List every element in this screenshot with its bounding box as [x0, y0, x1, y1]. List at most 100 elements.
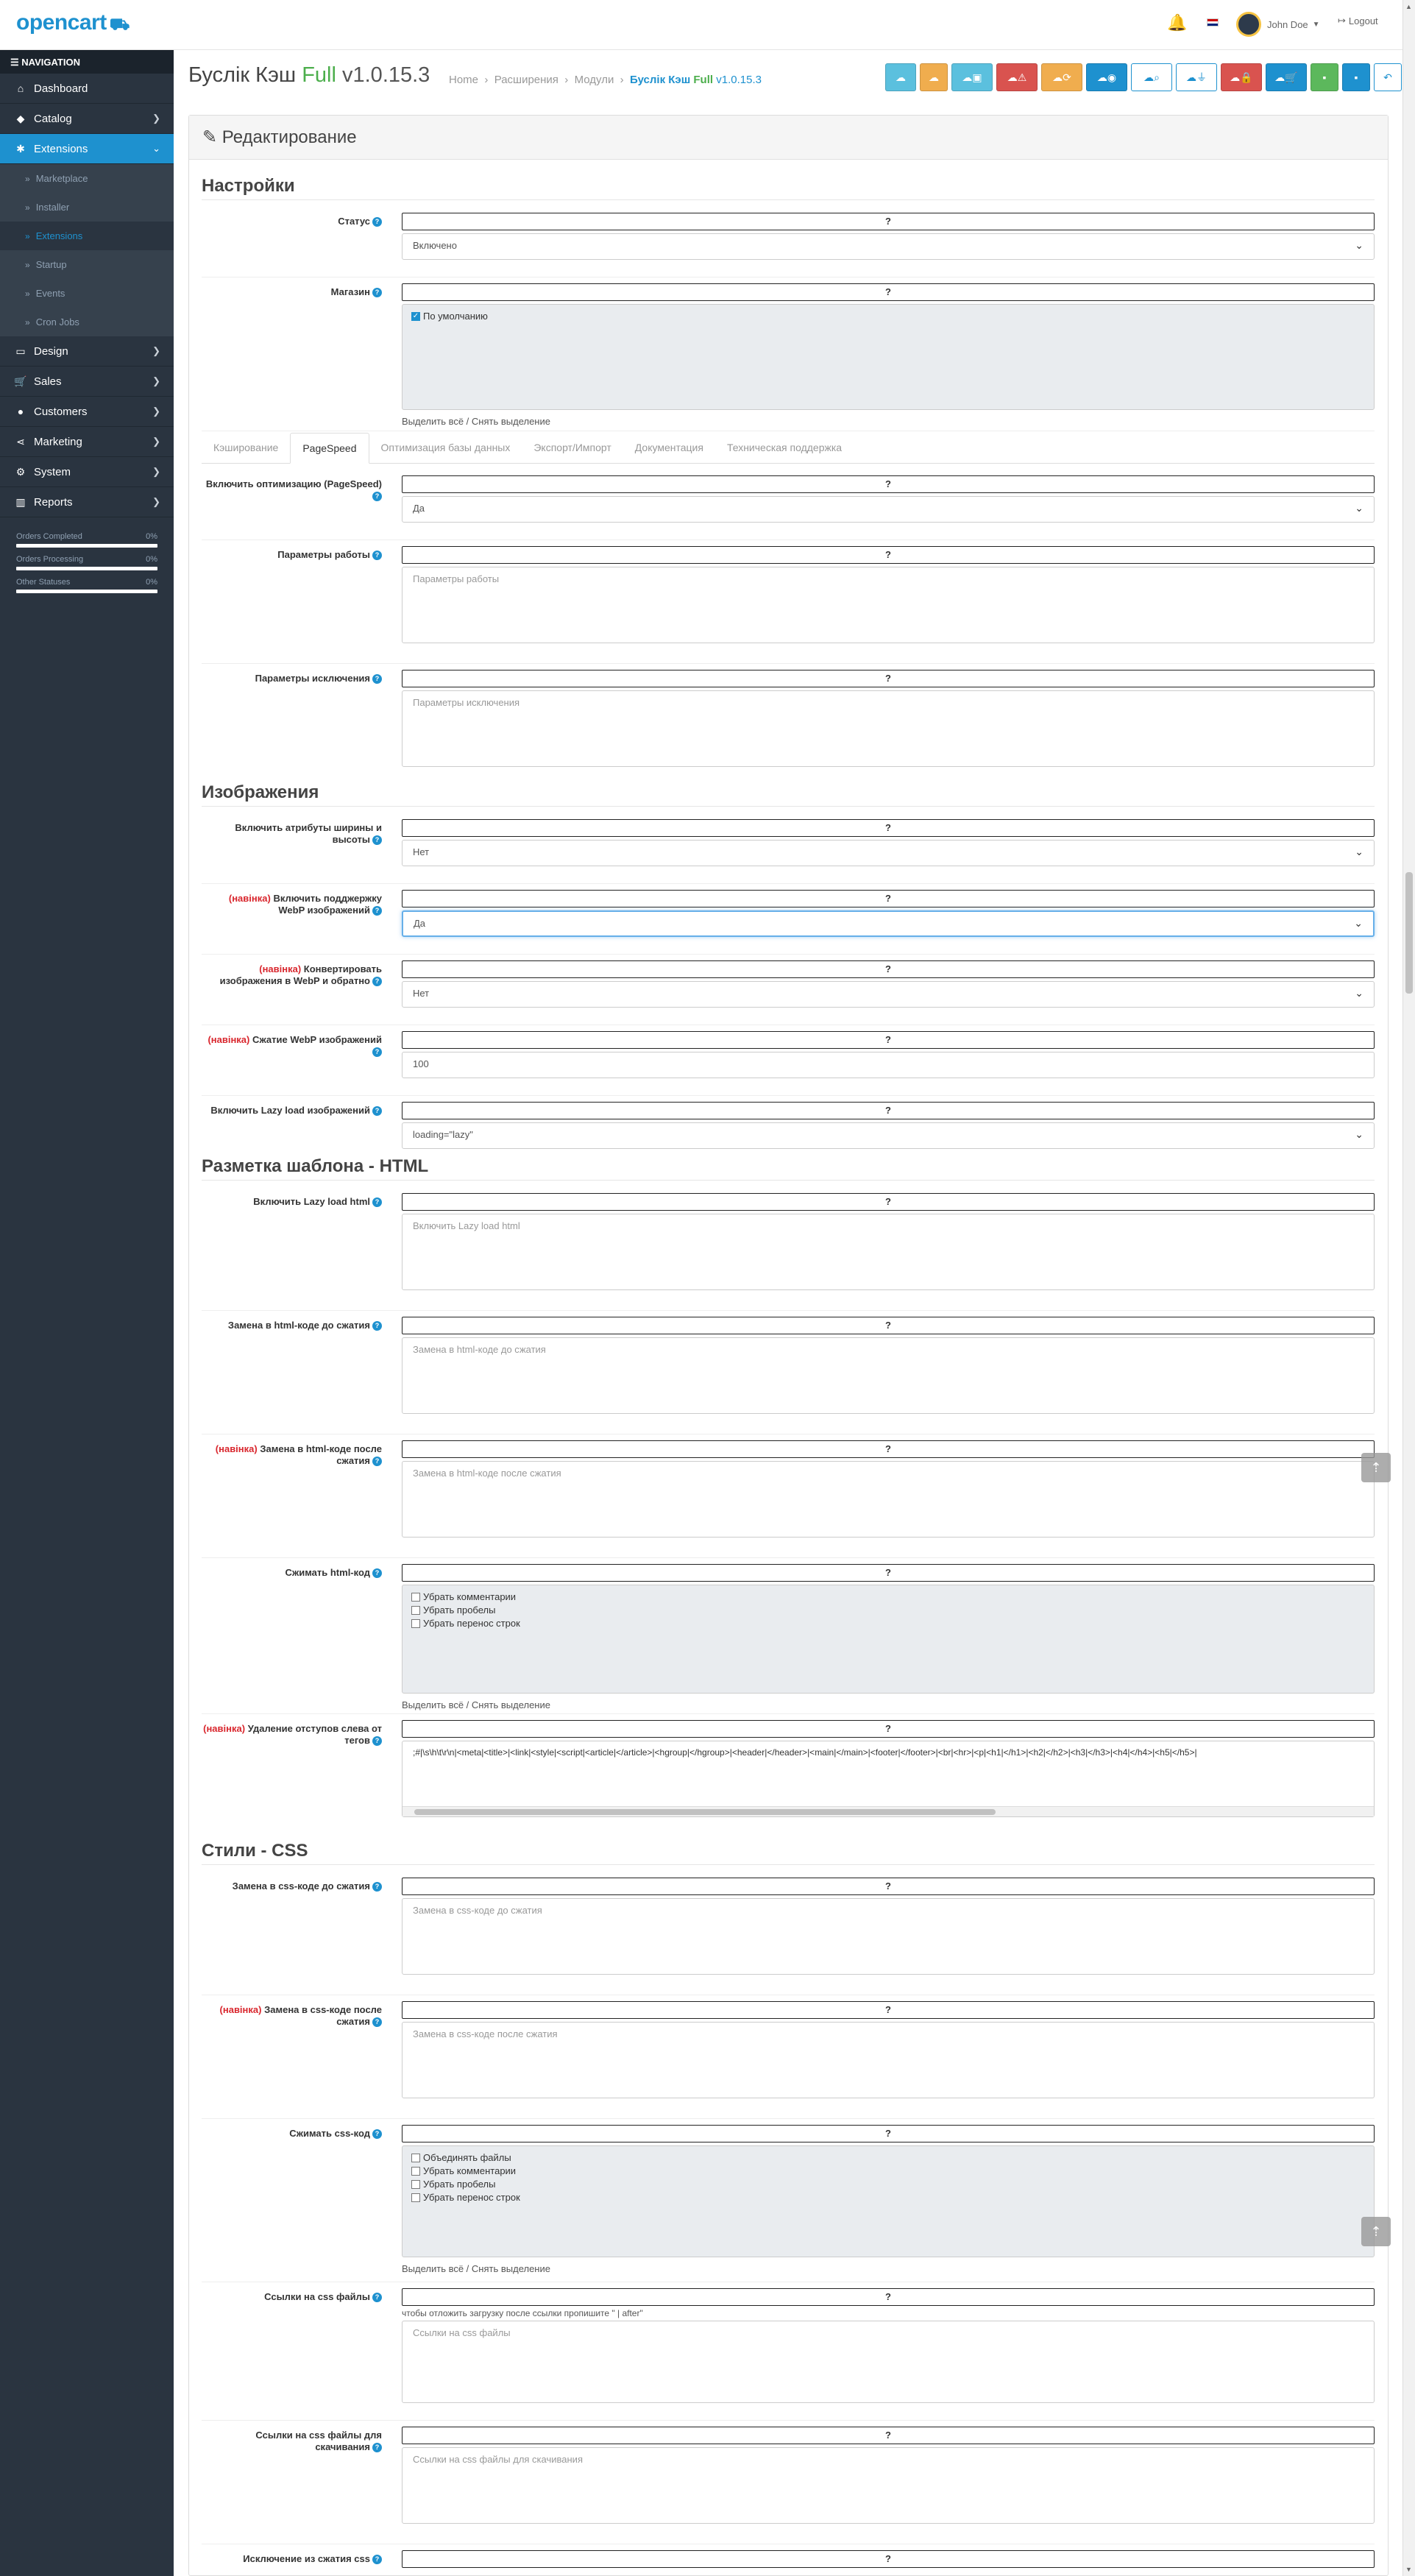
nav-system[interactable]: ⚙ System ❯	[0, 457, 174, 487]
css-remove-spaces-checkbox[interactable]: Убрать пробелы	[411, 2179, 1365, 2190]
save-green-button[interactable]: ▪	[1311, 63, 1338, 91]
filter-cache-button[interactable]: ☁⏚	[1176, 63, 1217, 91]
nav-sub-startup[interactable]: » Startup	[0, 250, 174, 279]
breadcrumb-home[interactable]: Home	[449, 74, 478, 86]
opencart-logo[interactable]: opencart ⛟	[16, 10, 130, 36]
back-button[interactable]: ↶	[1374, 63, 1402, 91]
tab-pagespeed[interactable]: PageSpeed	[290, 433, 369, 464]
select-all-link[interactable]: Выделить всё / Снять выделение	[402, 1699, 550, 1710]
css-download-textarea[interactable]: Ссылки на css файлы для скачивания	[402, 2447, 1375, 2524]
nav-reports[interactable]: ▥ Reports ❯	[0, 487, 174, 517]
scroll-up-button-2[interactable]: ⇡	[1361, 2217, 1391, 2246]
clear-cache-orange-button[interactable]: ☁	[920, 63, 948, 91]
help-icon[interactable]: ?	[372, 977, 382, 987]
breadcrumb-modules[interactable]: Модули	[575, 74, 614, 86]
params-exc-textarea[interactable]: Параметры исключения	[402, 690, 1375, 767]
css-remove-comments-checkbox[interactable]: Убрать комментарии	[411, 2165, 1365, 2176]
page-scrollbar[interactable]: ▲ ▼	[1402, 0, 1415, 2576]
search-cache-button[interactable]: ☁⌕	[1131, 63, 1172, 91]
nav-dashboard[interactable]: ⌂ Dashboard	[0, 74, 174, 104]
nav-design[interactable]: ▭ Design ❯	[0, 336, 174, 367]
clear-cache-button[interactable]: ☁	[885, 63, 916, 91]
nav-extensions[interactable]: ✱ Extensions ⌄	[0, 134, 174, 164]
tab-caching[interactable]: Кэширование	[202, 433, 290, 463]
params-textarea[interactable]: Параметры работы	[402, 567, 1375, 643]
img-attr-select[interactable]: Нет ⌄	[402, 840, 1375, 866]
lazy-html-textarea[interactable]: Включить Lazy load html	[402, 1214, 1375, 1290]
save-button[interactable]: ▪	[1342, 63, 1370, 91]
webp-quality-input[interactable]: 100	[402, 1052, 1375, 1078]
help-icon[interactable]: ?	[372, 1197, 382, 1208]
tab-documentation[interactable]: Документация	[623, 433, 715, 463]
clear-error-cache-button[interactable]: ☁⚠	[996, 63, 1038, 91]
select-all-link[interactable]: Выделить всё / Снять выделение	[402, 416, 550, 427]
scroll-up-arrow-icon[interactable]: ▲	[1405, 3, 1412, 10]
help-icon[interactable]: ?	[372, 2017, 382, 2028]
bell-icon[interactable]: 🔔	[1167, 13, 1187, 32]
nav-customers[interactable]: ● Customers ❯	[0, 397, 174, 427]
user-menu[interactable]: John Doe ▼	[1236, 12, 1320, 37]
clear-image-cache-button[interactable]: ☁▣	[951, 63, 993, 91]
help-icon[interactable]: ?	[372, 288, 382, 298]
help-icon[interactable]: ?	[372, 551, 382, 561]
view-cache-button[interactable]: ☁◉	[1086, 63, 1127, 91]
css-after-textarea[interactable]: Замена в css-коде после сжатия	[402, 2022, 1375, 2098]
scroll-thumb[interactable]	[414, 1809, 996, 1815]
html-indent-textarea[interactable]: ;#|\s\h\t\r\n|<meta|<title>|<link|<style…	[402, 1741, 1375, 1817]
refresh-cache-button[interactable]: ☁⟳	[1041, 63, 1082, 91]
scroll-down-arrow-icon[interactable]: ▼	[1405, 2566, 1412, 2573]
lock-cache-button[interactable]: ☁🔒	[1221, 63, 1262, 91]
help-icon[interactable]: ?	[372, 674, 382, 684]
help-icon[interactable]: ?	[372, 1321, 382, 1331]
css-remove-newlines-checkbox[interactable]: Убрать перенос строк	[411, 2192, 1365, 2203]
nav-sub-extensions[interactable]: » Extensions	[0, 222, 174, 250]
select-all-link[interactable]: Выделить всё / Снять выделение	[402, 2263, 550, 2274]
help-icon[interactable]: ?	[372, 1568, 382, 1579]
nav-sub-installer[interactable]: » Installer	[0, 193, 174, 222]
help-icon[interactable]: ?	[372, 835, 382, 846]
breadcrumb-extensions[interactable]: Расширения	[494, 74, 558, 86]
html-remove-spaces-checkbox[interactable]: Убрать пробелы	[411, 1604, 1365, 1616]
nav-sales[interactable]: 🛒 Sales ❯	[0, 367, 174, 397]
logout-link[interactable]: ↦ Logout	[1338, 15, 1378, 26]
html-remove-newlines-checkbox[interactable]: Убрать перенос строк	[411, 1618, 1365, 1629]
css-links-textarea[interactable]: Ссылки на css файлы	[402, 2321, 1375, 2403]
help-icon[interactable]: ?	[372, 1047, 382, 1058]
help-icon[interactable]: ?	[372, 1882, 382, 1892]
breadcrumb-current[interactable]: Буслік Кэш Full v1.0.15.3	[630, 74, 762, 86]
help-icon[interactable]: ?	[372, 1457, 382, 1467]
html-after-textarea[interactable]: Замена в html-коде после сжатия	[402, 1461, 1375, 1538]
help-icon[interactable]: ?	[372, 1736, 382, 1747]
webp-convert-select[interactable]: Нет ⌄	[402, 981, 1375, 1008]
webp-select[interactable]: Да ⌄	[402, 910, 1375, 937]
nav-marketing[interactable]: ⋖ Marketing ❯	[0, 427, 174, 457]
language-flag-icon[interactable]	[1207, 18, 1219, 26]
store-default-checkbox[interactable]: ✓ По умолчанию	[411, 311, 1365, 322]
html-remove-comments-checkbox[interactable]: Убрать комментарии	[411, 1591, 1365, 1602]
horizontal-scrollbar[interactable]	[402, 1806, 1374, 1816]
scroll-up-button[interactable]: ⇡	[1361, 1453, 1391, 1482]
status-select[interactable]: Включено ⌄	[402, 233, 1375, 260]
help-icon[interactable]: ?	[372, 2129, 382, 2140]
cart-cache-button[interactable]: ☁🛒	[1266, 63, 1307, 91]
nav-sub-cron-jobs[interactable]: » Cron Jobs	[0, 308, 174, 336]
help-icon[interactable]: ?	[372, 1106, 382, 1117]
tab-support[interactable]: Техническая поддержка	[715, 433, 854, 463]
scroll-thumb[interactable]	[1405, 872, 1413, 994]
help-icon[interactable]: ?	[372, 906, 382, 916]
html-before-textarea[interactable]: Замена в html-коде до сжатия	[402, 1337, 1375, 1414]
nav-sub-marketplace[interactable]: » Marketplace	[0, 164, 174, 193]
nav-catalog[interactable]: ◆ Catalog ❯	[0, 104, 174, 134]
help-icon[interactable]: ?	[372, 217, 382, 227]
help-icon[interactable]: ?	[372, 2443, 382, 2453]
help-icon[interactable]: ?	[372, 2555, 382, 2565]
pagespeed-select[interactable]: Да ⌄	[402, 496, 1375, 523]
lazy-img-select[interactable]: loading="lazy" ⌄	[402, 1122, 1375, 1149]
css-merge-files-checkbox[interactable]: Объединять файлы	[411, 2152, 1365, 2163]
nav-sub-events[interactable]: » Events	[0, 279, 174, 308]
tab-db-optimization[interactable]: Оптимизация базы данных	[369, 433, 522, 463]
css-before-textarea[interactable]: Замена в css-коде до сжатия	[402, 1898, 1375, 1975]
tab-export-import[interactable]: Экспорт/Импорт	[522, 433, 623, 463]
help-icon[interactable]: ?	[372, 2293, 382, 2303]
help-icon[interactable]: ?	[372, 492, 382, 502]
